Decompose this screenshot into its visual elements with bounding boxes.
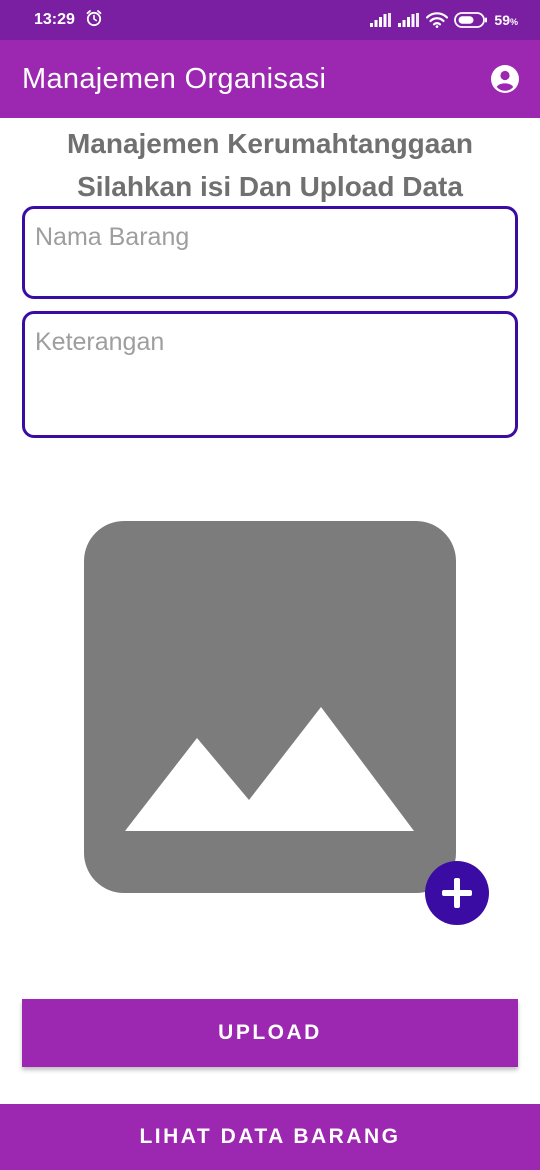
keterangan-field bbox=[22, 311, 518, 438]
keterangan-input[interactable] bbox=[25, 314, 515, 386]
heading-subtitle: Silahkan isi Dan Upload Data bbox=[77, 171, 463, 202]
plus-icon[interactable] bbox=[425, 861, 489, 925]
status-right: 59% bbox=[370, 12, 518, 28]
nama-barang-input[interactable] bbox=[25, 209, 515, 252]
app-title: Manajemen Organisasi bbox=[22, 62, 327, 95]
account-circle-icon[interactable] bbox=[488, 62, 522, 96]
battery-icon bbox=[454, 12, 488, 28]
lihat-data-barang-button[interactable]: LIHAT DATA BARANG bbox=[0, 1104, 540, 1170]
page-heading: Manajemen Kerumahtanggaan Silahkan isi D… bbox=[0, 122, 540, 208]
upload-button[interactable]: UPLOAD bbox=[22, 999, 518, 1067]
signal-icon bbox=[370, 13, 392, 27]
image-picker[interactable] bbox=[84, 521, 456, 893]
battery-percentage: 59% bbox=[494, 12, 518, 28]
signal-icon bbox=[398, 13, 420, 27]
nama-barang-field bbox=[22, 206, 518, 299]
app-bar: Manajemen Organisasi bbox=[0, 40, 540, 118]
image-placeholder-icon[interactable] bbox=[84, 521, 456, 893]
heading-title: Manajemen Kerumahtanggaan bbox=[66, 128, 474, 159]
status-time: 13:29 bbox=[34, 11, 75, 28]
alarm-icon bbox=[85, 9, 103, 32]
status-bar: 13:29 59% bbox=[0, 0, 540, 40]
wifi-icon bbox=[426, 12, 449, 28]
status-left: 13:29 bbox=[34, 9, 103, 32]
